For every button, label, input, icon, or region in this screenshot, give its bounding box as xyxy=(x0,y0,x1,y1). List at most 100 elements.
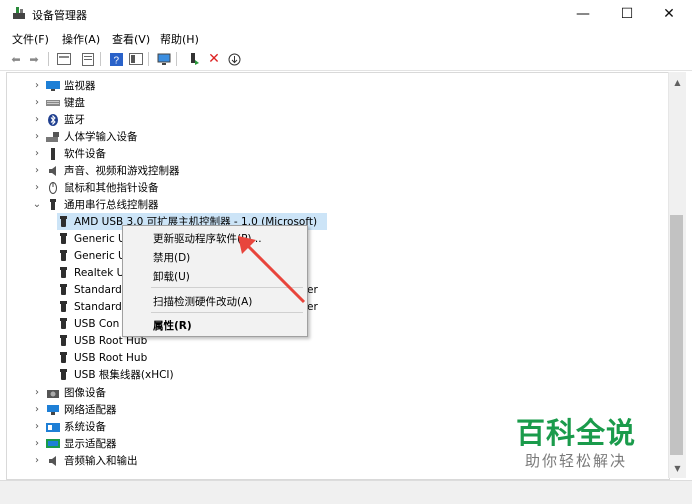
chevron-right-icon[interactable]: › xyxy=(31,404,43,415)
tree-item-system[interactable]: › 系统设备 xyxy=(31,418,106,435)
tree-item-label: 键盘 xyxy=(64,97,85,109)
menu-help[interactable]: 帮助(H) xyxy=(160,31,199,47)
tree-item-standard-1[interactable]: Standard xyxy=(57,281,122,298)
chevron-right-icon[interactable]: › xyxy=(31,182,43,193)
annotation-arrow-icon xyxy=(238,236,306,304)
tree-item-display-adapters[interactable]: › 显示适配器 xyxy=(31,435,117,452)
tree-item-usb-composite[interactable]: USB Con xyxy=(57,315,119,332)
watermark-subtitle: 助你轻松解决 xyxy=(525,452,628,470)
usb-device-icon xyxy=(60,352,67,363)
hid-icon xyxy=(46,131,59,142)
tree-item-label: 图像设备 xyxy=(64,387,106,399)
menu-file[interactable]: 文件(F) xyxy=(12,31,49,47)
tree-item-label: Generic U xyxy=(74,232,126,245)
tree-item-bluetooth[interactable]: › 蓝牙 xyxy=(31,111,85,128)
minimize-button[interactable]: — xyxy=(560,0,606,28)
uninstall-x-icon[interactable]: ✕ xyxy=(206,51,222,67)
network-icon xyxy=(47,404,59,415)
usb-device-icon xyxy=(60,250,67,261)
bluetooth-icon xyxy=(48,113,58,126)
usb-icon xyxy=(50,198,56,210)
tree-item-label: 蓝牙 xyxy=(64,114,85,126)
usb-device-icon xyxy=(60,267,67,278)
chevron-right-icon[interactable]: › xyxy=(31,387,43,398)
forward-arrow-icon[interactable]: ➡ xyxy=(26,51,42,67)
toolbar: ⬅ ➡ ? ✕ xyxy=(0,48,692,71)
tree-item-usb-root-hub-2[interactable]: USB Root Hub xyxy=(57,349,147,366)
tree-item-usb-root-hub-xhci[interactable]: USB 根集线器(xHCI) xyxy=(57,366,174,383)
chevron-right-icon[interactable]: › xyxy=(31,131,43,142)
camera-icon xyxy=(47,389,59,398)
back-arrow-icon[interactable]: ⬅ xyxy=(8,51,24,67)
menu-bar: 文件(F) 操作(A) 查看(V) 帮助(H) xyxy=(0,28,692,48)
tree-item-realtek-usb[interactable]: Realtek U xyxy=(57,264,124,281)
tree-item-label: Standard xyxy=(74,300,122,313)
tree-item-label: USB 根集线器(xHCI) xyxy=(74,369,174,381)
disable-menu-item[interactable]: 禁用(D) xyxy=(153,250,190,265)
tree-item-software-devices[interactable]: › 软件设备 xyxy=(31,145,106,162)
tree-item-standard-2[interactable]: Standard xyxy=(57,298,122,315)
tree-item-label: 鼠标和其他指针设备 xyxy=(64,182,159,194)
usb-device-icon xyxy=(60,233,67,244)
tree-item-label: 监视器 xyxy=(64,80,96,92)
chevron-right-icon[interactable]: › xyxy=(31,80,43,91)
tree-item-hid[interactable]: › 人体学输入设备 xyxy=(31,128,138,145)
properties-icon[interactable] xyxy=(80,51,96,67)
speaker-icon xyxy=(49,165,56,176)
tree-item-keyboards[interactable]: › 键盘 xyxy=(31,94,85,111)
toolbar-separator xyxy=(148,52,149,66)
chevron-right-icon[interactable]: › xyxy=(31,165,43,176)
chevron-right-icon[interactable]: › xyxy=(31,114,43,125)
chevron-right-icon[interactable]: › xyxy=(31,148,43,159)
chevron-right-icon[interactable]: › xyxy=(31,438,43,449)
maximize-button[interactable]: ☐ xyxy=(604,0,650,28)
monitor-icon xyxy=(46,80,60,91)
scroll-up-icon[interactable]: ▲ xyxy=(669,74,686,90)
keyboard-icon xyxy=(46,99,60,106)
tree-item-monitors[interactable]: › 监视器 xyxy=(31,77,96,94)
tree-item-label: 系统设备 xyxy=(64,421,106,433)
tree-item-label: USB Root Hub xyxy=(74,351,148,364)
chevron-right-icon[interactable]: › xyxy=(31,421,43,432)
software-device-icon xyxy=(51,147,55,160)
tree-item-usb-controllers[interactable]: ⌄ 通用串行总线控制器 xyxy=(31,196,159,213)
menu-view[interactable]: 查看(V) xyxy=(112,31,150,47)
title-bar: 设备管理器 — ☐ ✕ xyxy=(0,0,692,28)
tree-item-network[interactable]: › 网络适配器 xyxy=(31,401,117,418)
tree-item-label: 音频输入和输出 xyxy=(64,455,138,467)
help-icon[interactable]: ? xyxy=(108,51,124,67)
chevron-right-icon[interactable]: › xyxy=(31,97,43,108)
scroll-down-icon[interactable]: ▼ xyxy=(669,460,686,476)
tree-item-mice[interactable]: › 鼠标和其他指针设备 xyxy=(31,179,159,196)
scroll-thumb[interactable] xyxy=(670,215,683,455)
audio-icon xyxy=(49,455,56,466)
toolbar-separator xyxy=(48,52,49,66)
svg-text:?: ? xyxy=(113,55,119,66)
view-icon[interactable] xyxy=(128,51,144,67)
tree-item-audio[interactable]: › 音频输入和输出 xyxy=(31,452,138,469)
chevron-right-icon[interactable]: › xyxy=(31,455,43,466)
usb-device-icon xyxy=(60,284,67,295)
uninstall-menu-item[interactable]: 卸载(U) xyxy=(153,269,190,284)
tree-item-generic-usb-2[interactable]: Generic U xyxy=(57,247,126,264)
usb-device-icon xyxy=(60,318,67,329)
tree-item-label: 人体学输入设备 xyxy=(64,131,138,143)
properties-menu-item[interactable]: 属性(R) xyxy=(153,318,192,333)
watermark-title: 百科全说 xyxy=(516,416,637,450)
update-driver-icon[interactable] xyxy=(186,51,202,67)
device-manager-icon xyxy=(13,7,25,19)
chevron-down-icon[interactable]: ⌄ xyxy=(31,199,43,210)
tree-item-sound-video[interactable]: › 声音、视频和游戏控制器 xyxy=(31,162,180,179)
computer-monitor-icon[interactable] xyxy=(156,51,172,67)
mouse-icon xyxy=(49,181,57,194)
tree-item-label: Standard xyxy=(74,283,122,296)
tree-item-label: Generic U xyxy=(74,249,126,262)
tree-item-generic-usb-1[interactable]: Generic U xyxy=(57,230,126,247)
close-button[interactable]: ✕ xyxy=(646,0,692,28)
system-icon xyxy=(46,422,60,432)
usb-device-icon xyxy=(60,301,67,312)
menu-action[interactable]: 操作(A) xyxy=(62,31,100,47)
tree-item-imaging[interactable]: › 图像设备 xyxy=(31,384,106,401)
enable-device-icon[interactable] xyxy=(226,51,242,67)
show-hide-tree-icon[interactable] xyxy=(56,51,72,67)
